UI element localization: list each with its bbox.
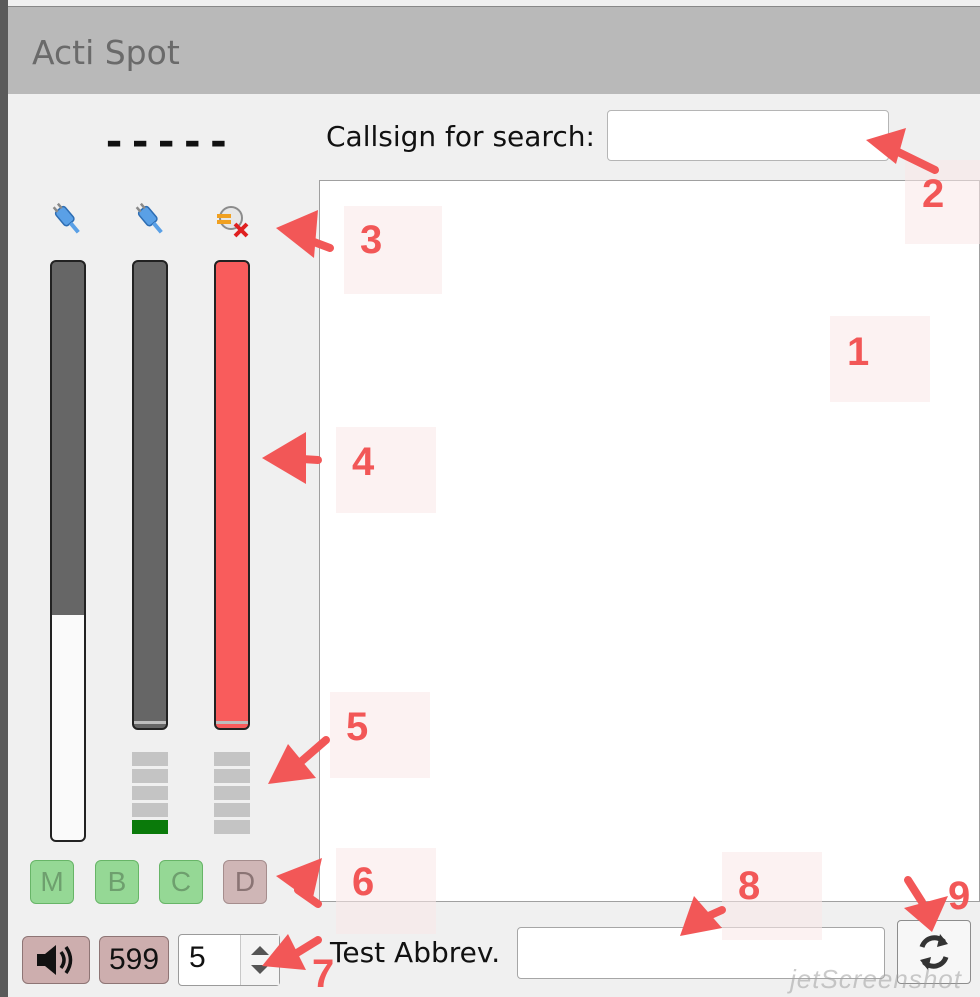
arrow-6-shaft bbox=[294, 886, 322, 908]
stepper-arrows[interactable] bbox=[240, 935, 279, 985]
window-left-edge bbox=[0, 0, 8, 997]
led-segment bbox=[132, 803, 168, 817]
arrow-3-head bbox=[276, 210, 318, 258]
led-segment bbox=[214, 786, 250, 800]
callout-box bbox=[344, 206, 442, 294]
led-segment bbox=[132, 786, 168, 800]
signal-led-stack-2 bbox=[132, 752, 168, 837]
led-segment-lit bbox=[132, 820, 168, 834]
level-meter-2-baseline bbox=[134, 721, 166, 724]
arrow-5-head bbox=[268, 744, 316, 784]
arrow-4-head bbox=[262, 432, 306, 484]
level-meter-2 bbox=[132, 260, 168, 730]
callout-6: 6 bbox=[352, 860, 375, 904]
led-segment bbox=[214, 820, 250, 834]
led-segment bbox=[214, 769, 250, 783]
quantity-stepper[interactable]: 5 bbox=[178, 934, 280, 986]
plug-connected-icon[interactable] bbox=[131, 200, 171, 240]
speaker-icon bbox=[37, 945, 73, 975]
level-meter-3 bbox=[214, 260, 250, 730]
watermark: jetScreenshot bbox=[790, 964, 962, 994]
level-meter-1-fill bbox=[52, 614, 84, 840]
plug-connected-icon[interactable] bbox=[48, 200, 88, 240]
quantity-stepper-value: 5 bbox=[189, 941, 206, 974]
callout-3: 3 bbox=[360, 218, 383, 262]
callout-box bbox=[330, 692, 430, 778]
mode-d-button[interactable]: D bbox=[223, 860, 267, 904]
arrow-8-shaft bbox=[700, 906, 726, 922]
callout-4: 4 bbox=[352, 440, 375, 484]
mode-c-button[interactable]: C bbox=[159, 860, 203, 904]
callout-1: 1 bbox=[847, 330, 870, 374]
plug-disconnected-icon[interactable] bbox=[213, 200, 253, 240]
sound-toggle-button[interactable] bbox=[22, 936, 90, 984]
led-segment bbox=[214, 752, 250, 766]
callout-box bbox=[722, 852, 822, 940]
callsign-search-input[interactable] bbox=[607, 110, 889, 161]
led-segment bbox=[214, 803, 250, 817]
frequency-display: ----- bbox=[102, 119, 233, 165]
window-title: Acti Spot bbox=[32, 33, 180, 72]
level-meter-3-baseline bbox=[216, 721, 248, 724]
callout-7: 7 bbox=[312, 952, 335, 996]
level-meter-1 bbox=[50, 260, 86, 842]
callout-2: 2 bbox=[922, 172, 945, 216]
callout-box bbox=[336, 427, 436, 513]
spot-count-button[interactable]: 599 bbox=[99, 936, 169, 984]
stepper-up-down-icon[interactable] bbox=[241, 935, 279, 985]
test-abbrev-label: Test Abbrev. bbox=[330, 936, 501, 969]
callout-9: 9 bbox=[948, 874, 971, 918]
title-bar[interactable]: Acti Spot bbox=[8, 6, 980, 94]
led-segment bbox=[132, 769, 168, 783]
mode-m-button[interactable]: M bbox=[30, 860, 74, 904]
callout-box bbox=[336, 848, 436, 934]
callsign-search-label: Callsign for search: bbox=[326, 120, 595, 153]
arrow-6-head bbox=[276, 858, 322, 902]
callout-8: 8 bbox=[738, 864, 761, 908]
arrow-4-shaft bbox=[282, 454, 322, 464]
led-segment bbox=[132, 752, 168, 766]
signal-led-stack-3 bbox=[214, 752, 250, 837]
callout-5: 5 bbox=[346, 705, 369, 749]
acti-spot-window: Acti Spot ----- Callsign for search: M B… bbox=[0, 0, 980, 997]
callout-box bbox=[830, 316, 930, 402]
mode-b-button[interactable]: B bbox=[95, 860, 139, 904]
